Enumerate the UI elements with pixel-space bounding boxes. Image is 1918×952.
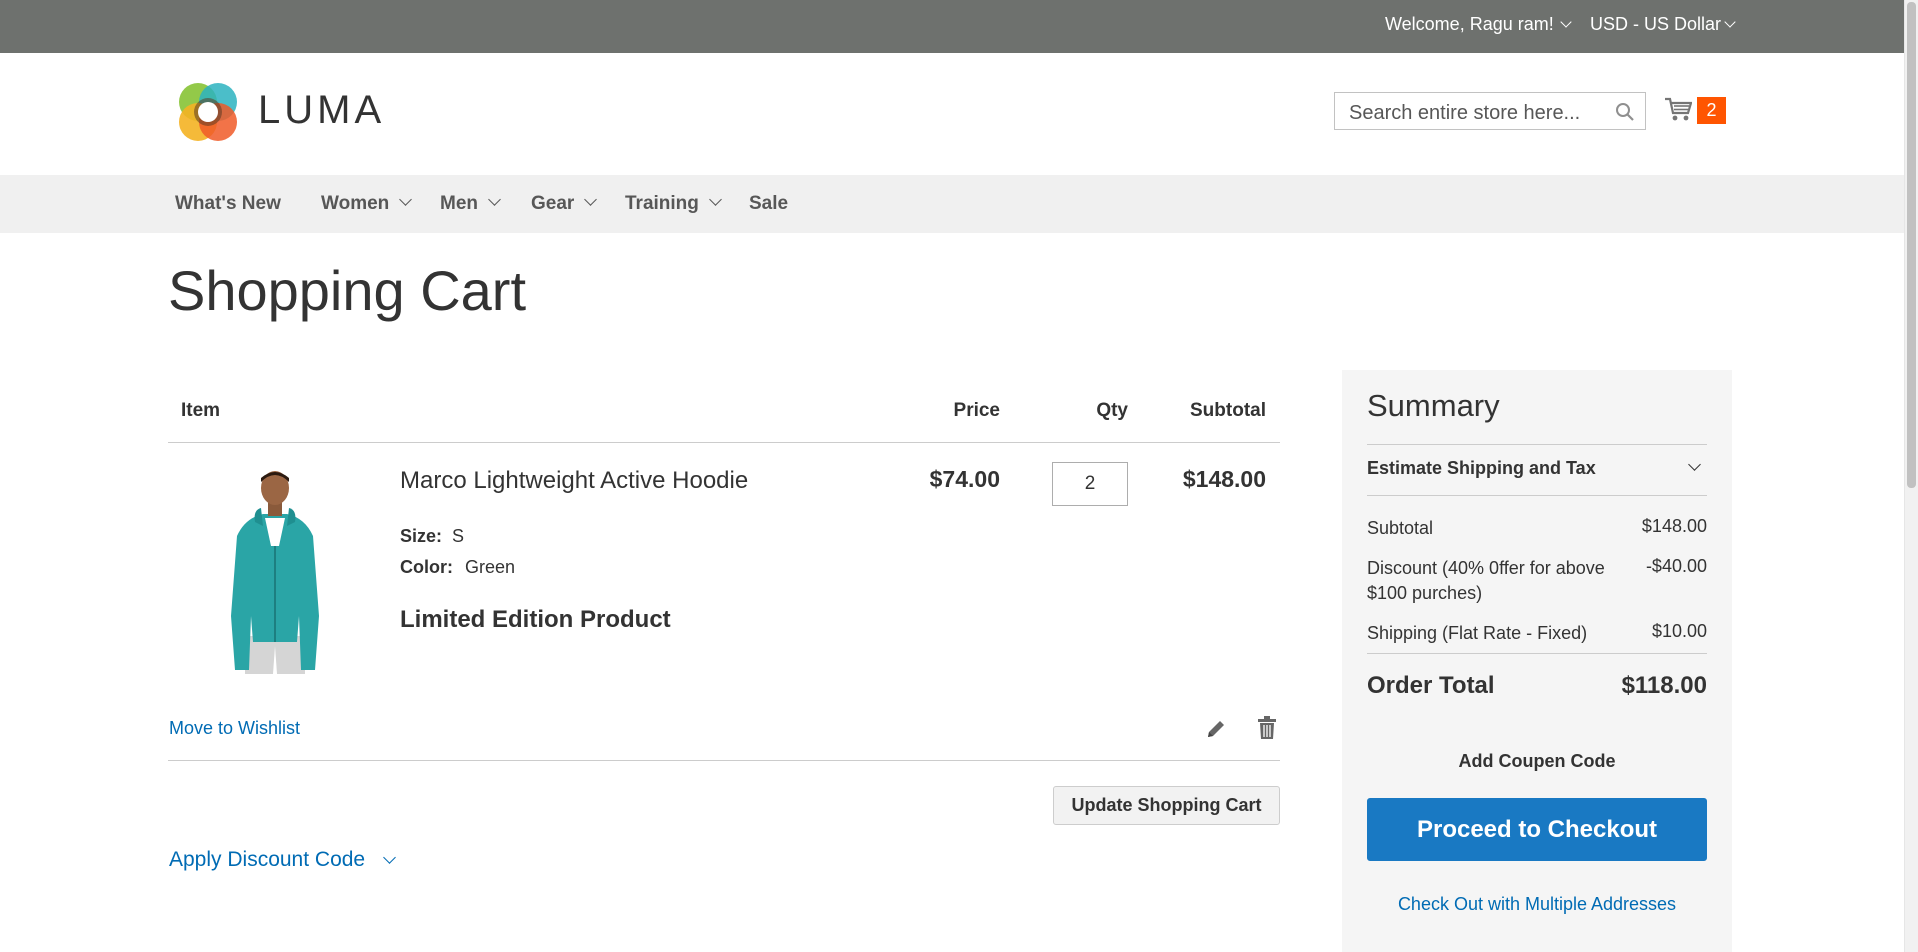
column-header-item: Item	[181, 400, 221, 421]
table-header-divider	[168, 442, 1280, 443]
summary-shipping-value: $10.00	[1651, 621, 1707, 641]
cart-icon[interactable]	[1664, 96, 1692, 122]
chevron-down-icon	[488, 193, 501, 206]
option-value-size: S	[452, 526, 465, 546]
welcome-text: Welcome, Ragu ram!	[1385, 14, 1554, 34]
qty-input[interactable]	[1052, 462, 1128, 506]
order-total-value: $118.00	[1621, 672, 1707, 699]
nav-item-men[interactable]: Men	[440, 193, 501, 215]
main-navigation: What's New Women Men Gear Training Sale	[0, 175, 1918, 233]
summary-shipping-label: Shipping (Flat Rate - Fixed)	[1367, 623, 1588, 643]
checkout-multiple-addresses-link[interactable]: Check Out with Multiple Addresses	[1367, 894, 1707, 915]
nav-item-gear[interactable]: Gear	[531, 193, 598, 215]
page-scrollbar[interactable]	[1904, 0, 1918, 952]
nav-item-sale[interactable]: Sale	[749, 193, 788, 215]
apply-discount-toggle[interactable]: Apply Discount Code	[169, 848, 396, 872]
proceed-to-checkout-button[interactable]: Proceed to Checkout	[1367, 798, 1707, 861]
item-row-divider	[168, 760, 1280, 761]
estimate-shipping-label: Estimate Shipping and Tax	[1367, 458, 1596, 478]
chevron-down-icon	[383, 851, 396, 864]
nav-item-training[interactable]: Training	[625, 193, 722, 215]
order-total-label: Order Total	[1367, 672, 1495, 699]
column-header-qty: Qty	[1096, 400, 1128, 421]
item-price: $74.00	[929, 466, 1000, 492]
estimate-shipping-toggle[interactable]: Estimate Shipping and Tax	[1367, 458, 1707, 479]
summary-divider	[1367, 495, 1707, 496]
search-box	[1334, 92, 1646, 130]
column-header-price: Price	[953, 400, 1000, 421]
chevron-down-icon	[399, 193, 413, 206]
search-icon[interactable]	[1615, 102, 1635, 122]
currency-text: USD - US Dollar	[1590, 14, 1722, 34]
chevron-down-icon	[709, 193, 722, 206]
nav-item-women[interactable]: Women	[321, 193, 413, 215]
welcome-menu[interactable]: Welcome, Ragu ram!	[1385, 14, 1572, 35]
summary-divider	[1367, 444, 1707, 445]
summary-subtotal-label: Subtotal	[1367, 518, 1434, 538]
top-bar: Welcome, Ragu ram! USD - US Dollar	[0, 0, 1918, 53]
update-shopping-cart-button[interactable]: Update Shopping Cart	[1053, 786, 1280, 825]
move-to-wishlist-link[interactable]: Move to Wishlist	[169, 718, 300, 739]
page-title: Shopping Cart	[168, 259, 527, 322]
summary-divider	[1367, 653, 1707, 654]
currency-switcher[interactable]: USD - US Dollar	[1590, 14, 1736, 35]
summary-subtotal-value: $148.00	[1641, 516, 1707, 536]
search-input[interactable]	[1347, 101, 1611, 126]
option-label-size: Size:	[400, 526, 443, 546]
delete-icon[interactable]	[1257, 716, 1277, 740]
scrollbar-thumb[interactable]	[1907, 2, 1916, 488]
summary-discount-value: -$40.00	[1645, 556, 1707, 576]
product-name-link[interactable]: Marco Lightweight Active Hoodie	[400, 467, 748, 495]
chevron-down-icon	[1724, 16, 1736, 28]
chevron-down-icon	[1560, 16, 1572, 28]
cart-count-badge[interactable]: 2	[1697, 97, 1726, 124]
apply-discount-label: Apply Discount Code	[169, 848, 366, 871]
chevron-down-icon	[584, 193, 598, 206]
summary-title: Summary	[1367, 388, 1500, 423]
option-label-color: Color:	[400, 557, 453, 577]
option-value-color: Green	[465, 557, 516, 577]
column-header-subtotal: Subtotal	[1190, 400, 1266, 421]
logo-text[interactable]: LUMA	[258, 88, 385, 133]
product-image[interactable]	[215, 466, 335, 676]
nav-item-whats-new[interactable]: What's New	[175, 193, 281, 215]
add-coupon-code-link[interactable]: Add Coupen Code	[1367, 751, 1707, 772]
item-subtotal: $148.00	[1182, 466, 1266, 492]
product-note: Limited Edition Product	[400, 606, 671, 633]
edit-icon[interactable]	[1205, 718, 1227, 740]
chevron-down-icon	[1688, 458, 1701, 471]
luma-logo-icon[interactable]	[176, 80, 240, 144]
